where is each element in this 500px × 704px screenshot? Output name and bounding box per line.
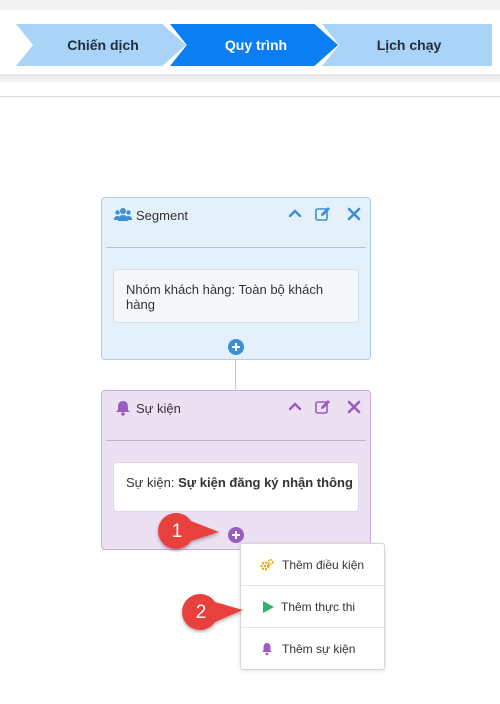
segment-add-button[interactable] — [228, 339, 244, 355]
event-card-header: Sự kiện — [102, 391, 370, 425]
users-icon — [114, 208, 132, 221]
event-card: Sự kiện Sự kiện: Sự kiện đăng ký nhận th… — [101, 390, 371, 550]
gears-icon — [260, 558, 274, 571]
section-divider — [0, 96, 500, 97]
callout-number: 1 — [172, 521, 183, 542]
menu-item-add-action[interactable]: Thêm thực thi — [241, 586, 384, 628]
step-bar: Chiến dịch Quy trình Lịch chạy — [0, 10, 500, 74]
menu-item-label: Thêm sự kiện — [282, 642, 356, 656]
delete-x-icon[interactable] — [345, 205, 363, 223]
delete-x-icon[interactable] — [345, 398, 363, 416]
bell-icon — [262, 643, 272, 656]
segment-card-title: Segment — [136, 208, 189, 223]
event-card-title: Sự kiện — [136, 401, 181, 416]
step-chien-dich[interactable]: Chiến dịch — [16, 24, 186, 66]
bell-icon — [116, 401, 130, 416]
edit-icon[interactable] — [314, 205, 332, 223]
menu-item-label: Thêm thực thi — [281, 599, 356, 614]
step-quy-trinh[interactable]: Quy trình — [170, 24, 338, 66]
menu-item-add-event[interactable]: Thêm sự kiện — [241, 628, 384, 670]
card-separator — [106, 440, 366, 441]
segment-card-header: Segment — [102, 198, 370, 232]
collapse-chevron-up-icon[interactable] — [286, 398, 304, 416]
segment-card-body: Nhóm khách hàng: Toàn bộ khách hàng — [113, 269, 359, 323]
menu-item-add-condition[interactable]: Thêm điều kiện — [241, 544, 384, 586]
event-add-button[interactable] — [228, 527, 244, 543]
event-card-body: Sự kiện: Sự kiện đăng ký nhận thông — [113, 462, 359, 512]
menu-item-label: Thêm điều kiện — [282, 557, 365, 572]
top-strip — [0, 0, 500, 10]
step-bar-shadow — [0, 74, 500, 82]
segment-body-label: Nhóm khách hàng: — [126, 282, 236, 297]
callout-number: 2 — [196, 602, 207, 623]
event-body-label: Sự kiện: — [126, 475, 175, 490]
step-label: Lịch chạy — [376, 37, 442, 53]
step-label: Chiến dịch — [67, 37, 139, 53]
callout-marker-2: 2 — [182, 593, 243, 630]
edit-icon[interactable] — [314, 398, 332, 416]
callout-marker-1: 1 — [158, 512, 219, 549]
collapse-chevron-up-icon[interactable] — [286, 205, 304, 223]
play-icon — [263, 600, 274, 613]
segment-card: Segment Nhóm khách hàng: Toàn bộ khách h… — [101, 197, 371, 360]
flow-connector — [235, 360, 236, 390]
card-separator — [106, 247, 366, 248]
event-body-value: Sự kiện đăng ký nhận thông — [178, 475, 353, 490]
add-node-menu: Thêm điều kiện Thêm thực thi Thêm sự kiệ… — [240, 543, 385, 670]
step-label: Quy trình — [224, 37, 288, 53]
step-lich-chay[interactable]: Lịch chạy — [322, 24, 492, 66]
